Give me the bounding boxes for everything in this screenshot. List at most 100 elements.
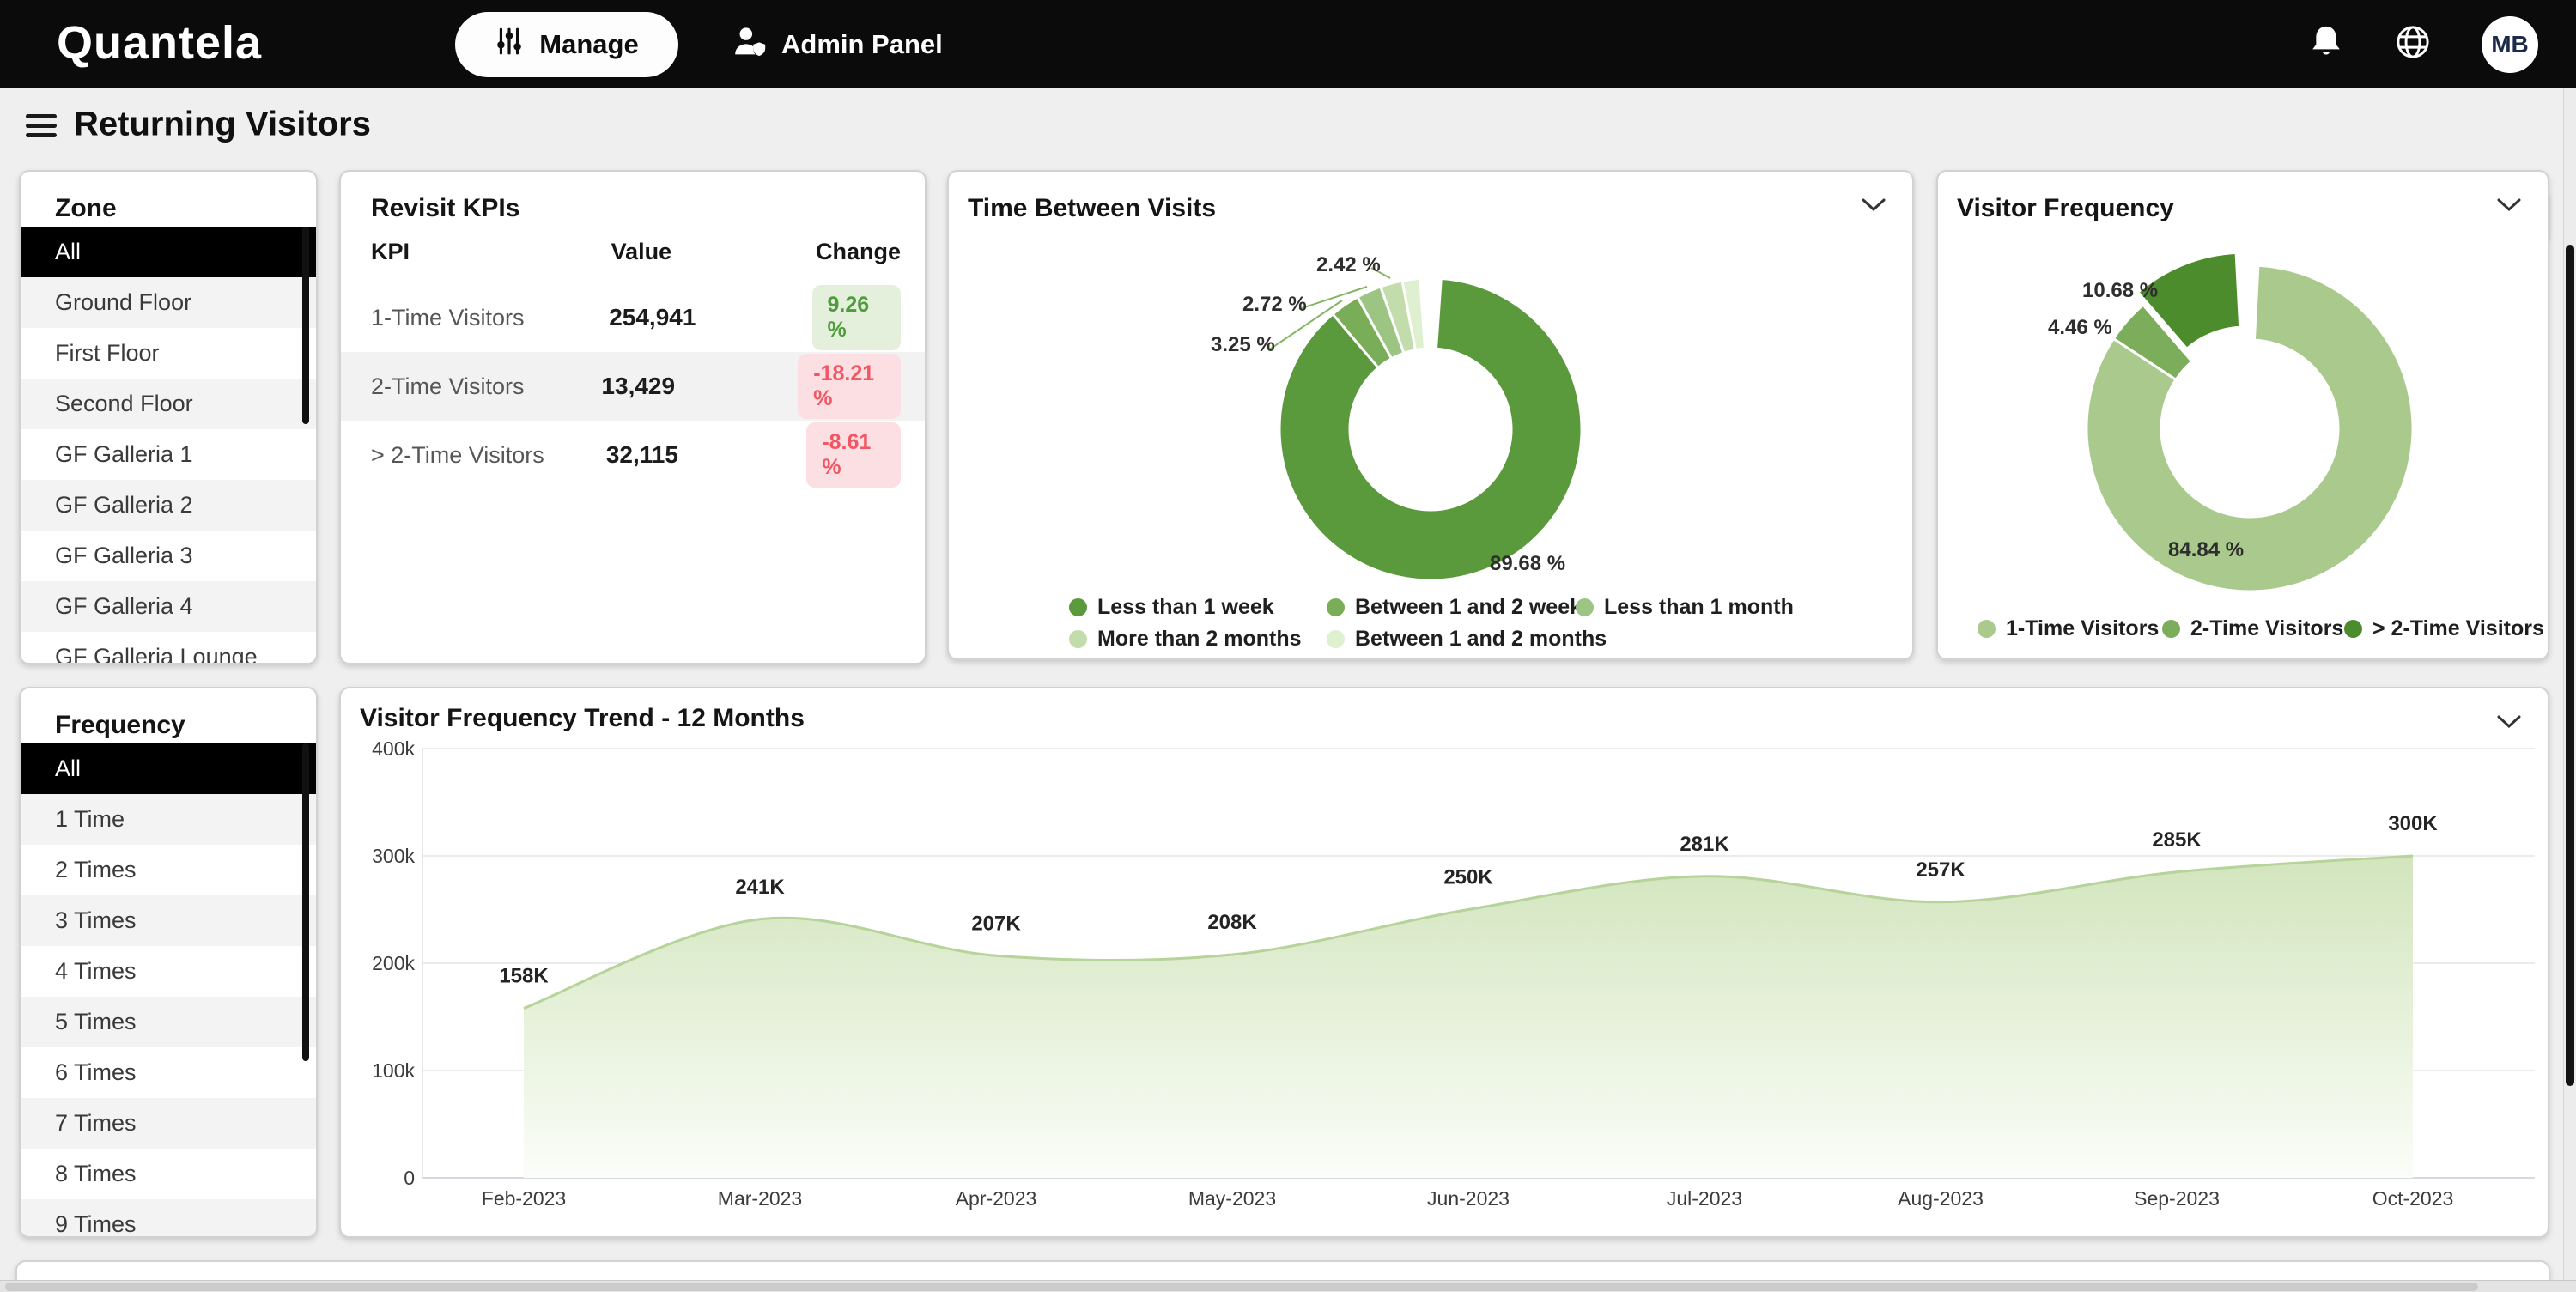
legend-item[interactable]: 1-Time Visitors	[1978, 616, 2162, 641]
kpi-name: 1-Time Visitors	[371, 305, 609, 331]
legend-label: 2-Time Visitors	[2190, 616, 2343, 641]
legend-dot-icon	[2162, 620, 2180, 638]
slice-label: 2.72 %	[1242, 293, 1307, 317]
time-between-visits-legend: Less than 1 week Between 1 and 2 weeks Les…	[1069, 595, 1794, 652]
legend-item[interactable]: Between 1 and 2 weeks	[1327, 595, 1576, 620]
legend-dot-icon	[1327, 598, 1345, 616]
zone-panel: Zone AllGround FloorFirst FloorSecond Fl…	[19, 170, 318, 664]
kpi-table-row: > 2-Time Visitors32,115-8.61 %	[341, 421, 925, 489]
horizontal-scrollbar-thumb[interactable]	[5, 1283, 2478, 1291]
page-header: Returning Visitors Oct-2023 ✕ Filter	[0, 88, 2576, 161]
kpi-table-body: 1-Time Visitors254,9419.26 %2-Time Visit…	[341, 283, 925, 489]
frequency-item[interactable]: All	[21, 743, 316, 794]
zone-item[interactable]: GF Galleria Lounge	[21, 632, 316, 664]
x-axis-label: Aug-2023	[1898, 1187, 1984, 1210]
change-col-header: Change	[816, 239, 901, 265]
value-col-header: Value	[611, 239, 816, 265]
data-point-label: 285K	[2152, 828, 2202, 852]
legend-item[interactable]: 2-Time Visitors	[2162, 616, 2344, 641]
trend-area-chart: 0100k200k300k400k158K241K207K208K250K281…	[341, 688, 2548, 1236]
manage-button[interactable]: Manage	[455, 12, 678, 77]
legend-dot-icon	[1327, 630, 1345, 648]
legend-label: 1-Time Visitors	[2006, 616, 2159, 641]
globe-icon[interactable]	[2394, 23, 2432, 65]
time-between-visits-panel: Time Between Visits 89.68 % 3.25 % 2.72 …	[947, 170, 1914, 660]
zone-item[interactable]: First Floor	[21, 328, 316, 379]
x-axis-label: Feb-2023	[482, 1187, 566, 1210]
legend-dot-icon	[1978, 620, 1996, 638]
frequency-item[interactable]: 9 Times	[21, 1199, 316, 1238]
sliders-icon	[495, 27, 524, 63]
legend-dot-icon	[1576, 598, 1594, 616]
x-axis-label: Sep-2023	[2134, 1187, 2220, 1210]
top-nav: Quantela Manage Admin Panel	[0, 0, 2576, 88]
page-horizontal-scrollbar	[0, 1280, 2576, 1292]
kpi-value: 13,429	[601, 373, 798, 400]
zone-list: AllGround FloorFirst FloorSecond FloorGF…	[21, 227, 316, 663]
hamburger-menu-icon[interactable]	[26, 109, 57, 138]
zone-list-scrollbar[interactable]	[302, 227, 309, 424]
slice-label: 4.46 %	[2048, 316, 2112, 340]
data-point-label: 207K	[971, 912, 1021, 935]
legend-dot-icon	[1069, 598, 1087, 616]
user-avatar[interactable]: MB	[2482, 16, 2538, 73]
frequency-item[interactable]: 3 Times	[21, 895, 316, 946]
zone-item[interactable]: Ground Floor	[21, 277, 316, 328]
frequency-item[interactable]: 4 Times	[21, 946, 316, 997]
legend-item[interactable]: More than 2 months	[1069, 627, 1327, 652]
donut-slice[interactable]	[1279, 278, 1582, 580]
data-point-label: 300K	[2388, 812, 2438, 835]
nav-right: MB	[2308, 0, 2538, 88]
y-axis-tick: 100k	[372, 1059, 415, 1082]
admin-panel-label: Admin Panel	[781, 29, 943, 60]
slice-label: 89.68 %	[1490, 552, 1565, 576]
kpi-col-header: KPI	[371, 239, 611, 265]
kpi-table-row: 1-Time Visitors254,9419.26 %	[341, 283, 925, 352]
y-axis-tick: 0	[404, 1167, 415, 1189]
zone-item[interactable]: GF Galleria 3	[21, 531, 316, 581]
data-point-label: 257K	[1916, 858, 1965, 882]
page-title: Returning Visitors	[74, 106, 371, 144]
data-point-label: 158K	[499, 965, 549, 988]
frequency-item[interactable]: 6 Times	[21, 1047, 316, 1098]
frequency-item[interactable]: 8 Times	[21, 1149, 316, 1199]
zone-item[interactable]: Second Floor	[21, 379, 316, 429]
zone-item[interactable]: GF Galleria 2	[21, 480, 316, 531]
legend-label: Less than 1 week	[1097, 595, 1274, 620]
frequency-item[interactable]: 2 Times	[21, 845, 316, 895]
y-axis-tick: 200k	[372, 952, 415, 974]
frequency-item[interactable]: 7 Times	[21, 1098, 316, 1149]
legend-label: Less than 1 month	[1604, 595, 1794, 620]
x-axis-label: Apr-2023	[956, 1187, 1037, 1210]
kpi-table-header: KPI Value Change	[371, 239, 901, 265]
zone-item[interactable]: GF Galleria 4	[21, 581, 316, 632]
x-axis-label: Oct-2023	[2372, 1187, 2454, 1210]
bell-icon[interactable]	[2308, 23, 2344, 65]
vertical-scrollbar-thumb[interactable]	[2566, 245, 2574, 1086]
zone-item[interactable]: GF Galleria 1	[21, 429, 316, 480]
kpi-name: > 2-Time Visitors	[371, 442, 606, 469]
admin-panel-button[interactable]: Admin Panel	[732, 0, 943, 88]
zone-panel-title: Zone	[21, 172, 316, 223]
legend-label: > 2-Time Visitors	[2372, 616, 2544, 641]
kpi-table-row: 2-Time Visitors13,429-18.21 %	[341, 352, 925, 421]
legend-item[interactable]: Between 1 and 2 months	[1327, 627, 1576, 652]
frequency-list-scrollbar[interactable]	[302, 743, 309, 1061]
kpi-change-badge: -18.21 %	[798, 354, 901, 419]
manage-label: Manage	[539, 29, 638, 60]
frequency-item[interactable]: 5 Times	[21, 997, 316, 1047]
legend-item[interactable]: Less than 1 week	[1069, 595, 1327, 620]
time-between-visits-donut	[949, 172, 1912, 658]
y-axis-tick: 300k	[372, 845, 415, 867]
legend-item[interactable]: > 2-Time Visitors	[2344, 616, 2544, 641]
area-fill	[524, 856, 2413, 1178]
kpi-value: 254,941	[609, 304, 811, 331]
legend-item[interactable]: Less than 1 month	[1576, 595, 1794, 620]
slice-label: 2.42 %	[1316, 253, 1381, 277]
kpi-value: 32,115	[606, 441, 806, 469]
frequency-item[interactable]: 1 Time	[21, 794, 316, 845]
visitor-frequency-trend-panel: Visitor Frequency Trend - 12 Months 0100…	[339, 687, 2549, 1238]
dashboard-page: Quantela Manage Admin Panel	[0, 0, 2576, 1292]
x-axis-label: Mar-2023	[718, 1187, 802, 1210]
zone-item[interactable]: All	[21, 227, 316, 277]
